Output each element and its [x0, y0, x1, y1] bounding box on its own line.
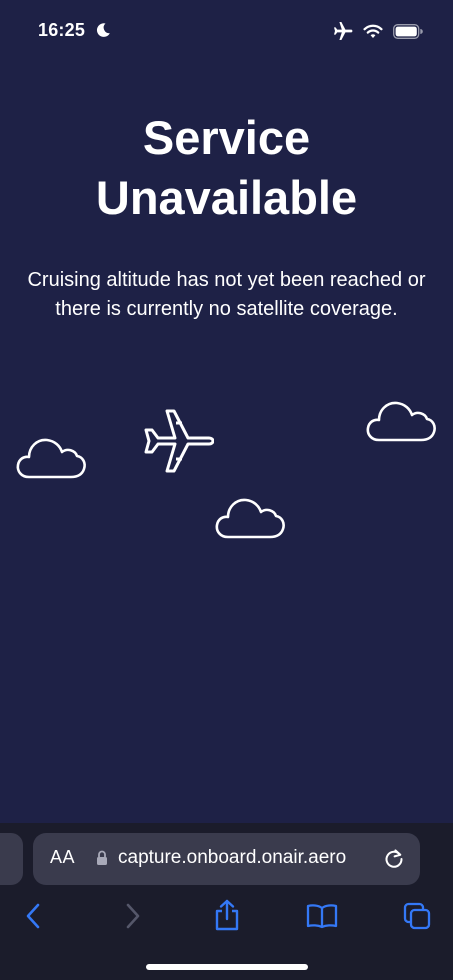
cloud-icon [16, 438, 86, 479]
home-indicator[interactable] [146, 964, 308, 970]
back-icon[interactable] [24, 903, 44, 929]
screen: { "status_bar": { "time": "16:25", "icon… [0, 0, 453, 980]
battery-icon [393, 23, 423, 39]
page-title: Service Unavailable [95, 111, 358, 224]
share-icon[interactable] [213, 899, 241, 931]
bookmarks-icon[interactable] [306, 903, 338, 929]
url-text[interactable]: capture.onboard.onair.aero [118, 847, 346, 869]
status-bar: 16:25 [0, 0, 453, 60]
lock-icon [97, 850, 107, 865]
status-time: 16:25 [38, 20, 86, 40]
status-icons [333, 21, 423, 41]
previous-tab-preview[interactable] [0, 833, 23, 885]
forward-icon[interactable] [122, 903, 142, 929]
moon-icon [96, 23, 110, 37]
cloud-icon [366, 401, 436, 442]
airplane-icon [144, 409, 214, 473]
reload-icon[interactable] [383, 848, 405, 870]
airplane-mode-icon [334, 22, 353, 40]
tabs-icon[interactable] [403, 902, 431, 930]
wifi-icon [363, 24, 383, 38]
cloud-icon [215, 498, 285, 539]
text-size-button[interactable]: AA [50, 847, 75, 868]
address-bar[interactable]: AA capture.onboard.onair.aero [33, 833, 420, 885]
browser-toolbar: AA capture.onboard.onair.aero [0, 823, 453, 980]
page-message: Cruising altitude has not yet been reach… [27, 269, 426, 320]
